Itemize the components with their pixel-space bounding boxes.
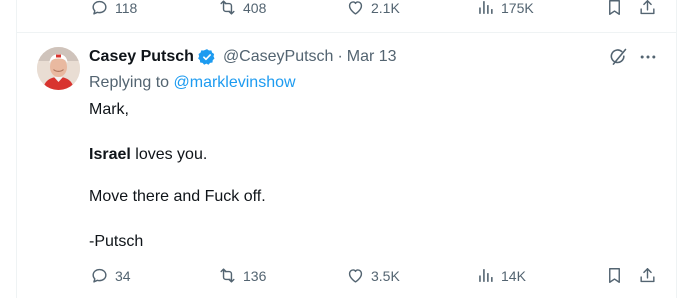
replying-prefix: Replying to bbox=[89, 74, 170, 91]
repost-icon bbox=[218, 0, 237, 17]
repost-count: 136 bbox=[243, 267, 267, 284]
like-button[interactable]: 3.5K bbox=[346, 266, 400, 285]
verified-badge-icon[interactable] bbox=[198, 48, 216, 66]
display-name[interactable]: Casey Putsch bbox=[89, 47, 194, 67]
like-count: 3.5K bbox=[371, 267, 400, 284]
replying-to: Replying to @marklevinshow bbox=[89, 73, 296, 93]
like-icon bbox=[346, 266, 365, 285]
reply-button[interactable]: 34 bbox=[90, 266, 131, 285]
share-button[interactable] bbox=[638, 266, 657, 285]
replying-mention-link[interactable]: @marklevinshow bbox=[174, 74, 296, 91]
avatar[interactable] bbox=[37, 47, 80, 90]
repost-icon bbox=[218, 266, 237, 285]
share-button[interactable] bbox=[638, 0, 657, 17]
tweet-header: Casey Putsch @CaseyPutsch · Mar 13 bbox=[89, 47, 397, 67]
repost-button[interactable]: 408 bbox=[218, 0, 266, 17]
tweet-text-line-4: -Putsch bbox=[89, 233, 144, 250]
tweet-text-bold: Israel bbox=[89, 146, 131, 163]
like-count: 2.1K bbox=[371, 0, 400, 16]
views-count: 175K bbox=[501, 0, 534, 16]
reply-count: 118 bbox=[115, 0, 138, 16]
reply-icon bbox=[90, 266, 109, 285]
grok-icon[interactable] bbox=[608, 47, 628, 67]
tweet-text-line-3: Move there and Fuck off. bbox=[89, 188, 266, 205]
share-icon bbox=[638, 0, 657, 17]
reply-icon bbox=[90, 0, 109, 17]
bookmark-icon bbox=[605, 266, 624, 285]
repost-button[interactable]: 136 bbox=[218, 266, 266, 285]
repost-count: 408 bbox=[243, 0, 267, 16]
like-icon bbox=[346, 0, 365, 17]
bookmark-button[interactable] bbox=[605, 0, 624, 17]
prev-tweet-action-bar: 118 408 2.1K 175K bbox=[0, 0, 680, 22]
views-icon bbox=[476, 0, 495, 17]
timestamp[interactable]: Mar 13 bbox=[347, 47, 397, 67]
separator-dot: · bbox=[337, 48, 343, 65]
tweet-text-line-1: Mark, bbox=[89, 101, 129, 118]
reply-count: 34 bbox=[115, 267, 131, 284]
tweet-text-rest: loves you. bbox=[130, 146, 208, 163]
tweet-divider bbox=[16, 32, 677, 33]
tweet-action-bar: 34 136 3.5K 14K bbox=[0, 266, 680, 290]
tweet-text-line-2: Israel loves you. bbox=[89, 145, 207, 165]
like-button[interactable]: 2.1K bbox=[346, 0, 400, 17]
views-button[interactable]: 175K bbox=[476, 0, 534, 17]
more-icon[interactable] bbox=[638, 47, 658, 67]
reply-button[interactable]: 118 bbox=[90, 0, 137, 17]
views-icon bbox=[476, 266, 495, 285]
handle[interactable]: @CaseyPutsch bbox=[223, 47, 334, 67]
bookmark-icon bbox=[605, 0, 624, 17]
views-count: 14K bbox=[501, 267, 526, 284]
views-button[interactable]: 14K bbox=[476, 266, 526, 285]
bookmark-button[interactable] bbox=[605, 266, 624, 285]
share-icon bbox=[638, 266, 657, 285]
